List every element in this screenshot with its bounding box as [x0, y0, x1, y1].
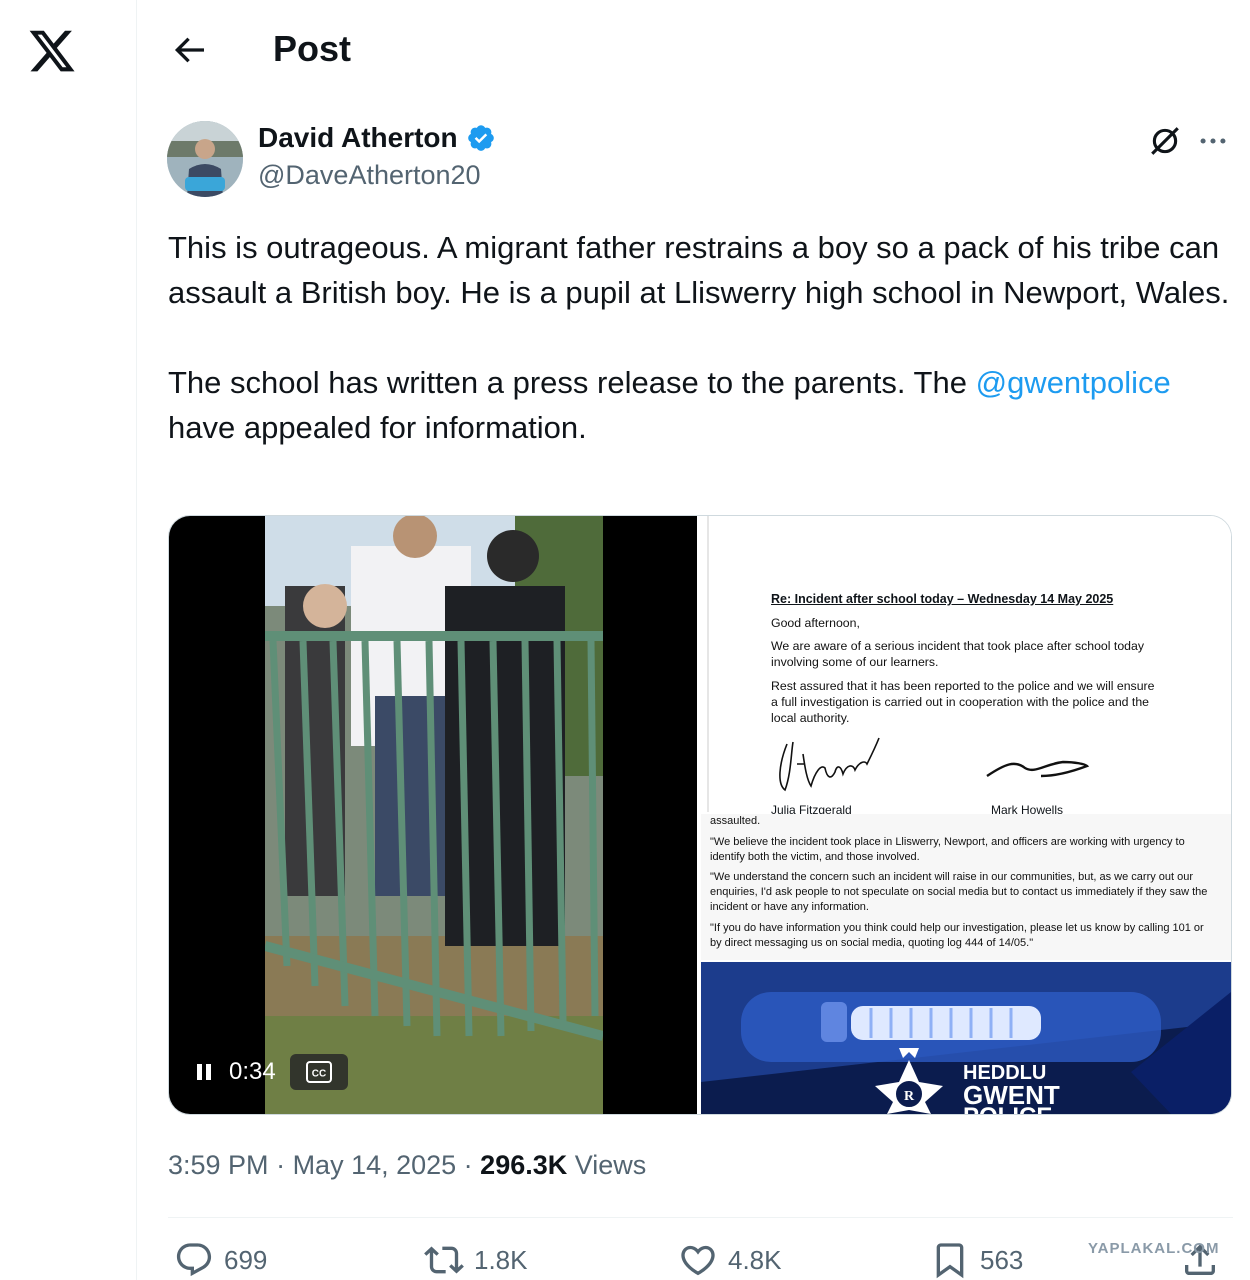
sidebar	[0, 0, 137, 1280]
video-player[interactable]: 0:34 CC	[169, 516, 697, 1114]
meta-separator: ·	[268, 1150, 293, 1180]
tweet-paragraph-2: The school has written a press release t…	[168, 360, 1233, 450]
avatar[interactable]	[167, 121, 243, 197]
grok-icon[interactable]	[1148, 124, 1182, 158]
letter-paragraph-2: Rest assured that it has been reported t…	[771, 679, 1155, 725]
police-banner: R HEDDLU GWENT POLICE	[701, 962, 1231, 1114]
post-meta: 3:59 PM · May 14, 2025 · 296.3K Views	[168, 1150, 646, 1181]
views-count: 296.3K	[480, 1150, 568, 1180]
video-frame-image	[265, 516, 603, 1114]
statement-line-2: "We understand the concern such an incid…	[710, 871, 1208, 913]
statement-line-0: assaulted.	[710, 815, 761, 827]
media-grid: 0:34 CC Re: Incident after school today …	[168, 515, 1232, 1115]
svg-text:R: R	[904, 1089, 915, 1104]
tweet-text-segment: The school has written a press release t…	[168, 365, 976, 400]
school-letter: Re: Incident after school today – Wednes…	[707, 516, 1231, 817]
post-time[interactable]: 3:59 PM	[168, 1150, 269, 1180]
video-controls: 0:34 CC	[193, 1054, 348, 1090]
signature-1-icon	[779, 737, 880, 792]
police-logo-text: HEDDLU GWENT POLICE	[963, 1062, 1060, 1114]
author-name-text: David Atherton	[258, 122, 458, 153]
bookmark-count: 563	[980, 1244, 1024, 1275]
letter-heading: Re: Incident after school today – Wednes…	[771, 592, 1114, 606]
statement-line-1: "We believe the incident took place in L…	[710, 836, 1185, 863]
captions-label: CC	[311, 1069, 325, 1080]
author-name[interactable]: David Atherton	[258, 122, 496, 154]
post-header: Post	[137, 0, 1250, 100]
letter-greeting: Good afternoon,	[771, 616, 860, 630]
reply-icon	[176, 1243, 212, 1277]
captions-button[interactable]: CC	[289, 1054, 348, 1090]
document-image[interactable]: Re: Incident after school today – Wednes…	[701, 516, 1231, 1114]
banner-line-3: POLICE	[963, 1105, 1060, 1115]
post-date[interactable]: May 14, 2025	[293, 1150, 457, 1180]
statement-line-3: "If you do have information you think co…	[710, 922, 1204, 949]
like-button[interactable]: 4.8K	[678, 1240, 782, 1280]
tweet-text: This is outrageous. A migrant father res…	[168, 225, 1233, 450]
captions-icon: CC	[305, 1061, 332, 1083]
watermark: YAPLAKAL.COM	[1088, 1240, 1220, 1257]
video-time: 0:34	[229, 1058, 276, 1085]
avatar-photo-icon	[167, 121, 243, 197]
tweet-text-segment: have appealed for information.	[168, 410, 587, 445]
pause-icon[interactable]	[193, 1061, 215, 1083]
police-statement: assaulted. "We believe the incident took…	[701, 814, 1231, 960]
bookmark-icon	[936, 1243, 964, 1279]
bookmark-button[interactable]: 563	[930, 1240, 1023, 1280]
mention-link[interactable]: @gwentpolice	[976, 365, 1171, 400]
back-arrow-icon[interactable]	[169, 30, 209, 70]
author-handle[interactable]: @DaveAtherton20	[258, 160, 481, 191]
page-title: Post	[273, 28, 352, 69]
repost-icon	[424, 1246, 464, 1274]
x-logo-icon[interactable]	[26, 26, 78, 76]
letter-paragraph-1: We are aware of a serious incident that …	[771, 639, 1144, 669]
like-count: 4.8K	[728, 1244, 782, 1275]
signature-2-icon	[986, 760, 1090, 778]
more-options-icon[interactable]	[1196, 124, 1230, 158]
views-label: Views	[567, 1150, 647, 1180]
heart-icon	[681, 1245, 715, 1276]
reply-count: 699	[224, 1244, 268, 1275]
repost-count: 1.8K	[474, 1244, 528, 1275]
reply-button[interactable]: 699	[174, 1240, 267, 1280]
verified-badge-icon[interactable]	[466, 123, 496, 153]
meta-separator: ·	[456, 1150, 481, 1180]
tweet-paragraph-1: This is outrageous. A migrant father res…	[168, 230, 1230, 310]
repost-button[interactable]: 1.8K	[424, 1240, 528, 1280]
divider	[168, 1217, 1233, 1218]
